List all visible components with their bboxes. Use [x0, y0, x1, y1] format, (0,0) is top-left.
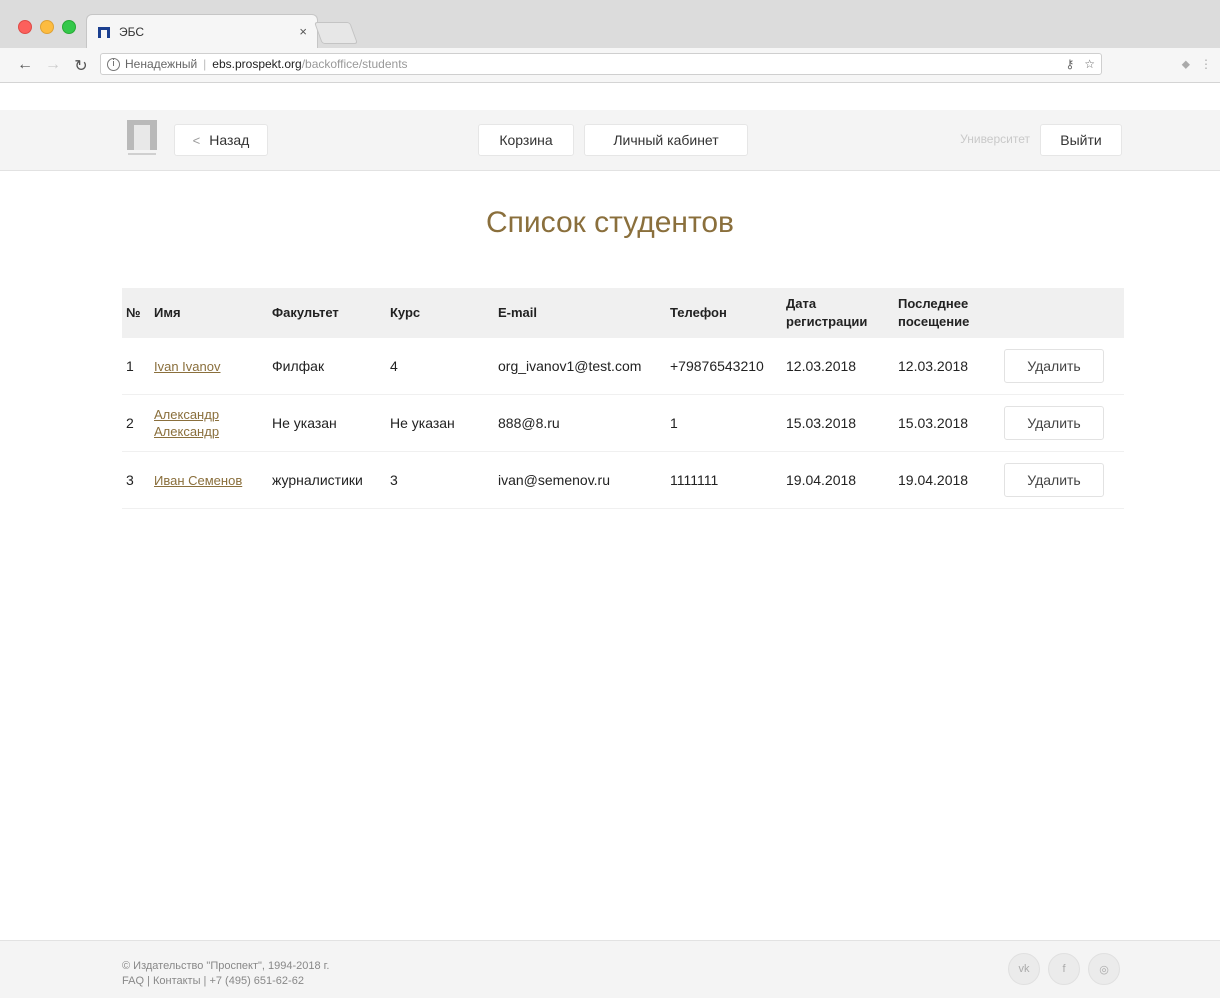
cell-faculty: Не указан	[268, 394, 386, 452]
site-footer: © Издательство "Проспект", 1994-2018 г. …	[0, 940, 1220, 998]
vk-icon[interactable]: vk	[1008, 953, 1040, 985]
cell-email: ivan@semenov.ru	[494, 451, 666, 509]
tab-strip: ЭБС ×	[0, 0, 1220, 49]
browser-window: ЭБС × ← → ↻ i Ненадежный | ebs.prospekt.…	[0, 0, 1220, 998]
table-row: 3 Иван Семенов журналистики 3 ivan@semen…	[122, 451, 1124, 509]
back-arrow-icon[interactable]: ←	[16, 56, 34, 74]
cell-name: Александр Александр	[150, 394, 268, 452]
site-favicon-icon	[98, 26, 110, 38]
address-bar-icons: ⚷ ☆	[1065, 57, 1095, 71]
cell-num: 1	[122, 338, 150, 395]
cell-actions: Удалить	[1000, 338, 1124, 395]
reg-date-header-line2: регистрации	[786, 314, 868, 329]
menu-icon[interactable]: ⋮	[1200, 57, 1212, 72]
col-header-actions	[1000, 288, 1124, 338]
university-label: Университет	[960, 132, 1030, 146]
logout-button[interactable]: Выйти	[1040, 124, 1122, 156]
tab-close-icon[interactable]: ×	[299, 24, 307, 39]
maximize-window-icon[interactable]	[62, 20, 76, 34]
cell-phone: 1	[666, 394, 782, 452]
back-button[interactable]: < Назад	[174, 124, 268, 156]
site-header: < Назад Корзина Личный кабинет Университ…	[0, 110, 1220, 171]
cell-num: 2	[122, 394, 150, 452]
col-header-email: E-mail	[494, 288, 666, 338]
prospekt-logo-icon[interactable]	[126, 118, 158, 158]
browser-tab[interactable]: ЭБС ×	[86, 14, 318, 48]
chevron-left-icon: <	[192, 132, 201, 148]
tab-title: ЭБС	[119, 24, 145, 39]
cell-last-visit: 12.03.2018	[894, 338, 1000, 395]
cell-phone: 1111111	[666, 451, 782, 509]
cell-phone: +79876543210	[666, 338, 782, 395]
student-name-link[interactable]: Ivan Ivanov	[154, 359, 221, 374]
new-tab-button[interactable]	[313, 22, 359, 44]
cell-last-visit: 15.03.2018	[894, 394, 1000, 452]
cell-faculty: журналистики	[268, 451, 386, 509]
extension-icon[interactable]: ⬥	[1182, 57, 1190, 72]
close-window-icon[interactable]	[18, 20, 32, 34]
cell-actions: Удалить	[1000, 451, 1124, 509]
col-header-last-visit: Последнее посещение	[894, 288, 1000, 338]
insecure-label: Ненадежный	[125, 57, 198, 71]
students-table: № Имя Факультет Курс E-mail Телефон Дата…	[122, 288, 1124, 509]
student-name-line2: Александр	[154, 424, 220, 439]
facebook-icon[interactable]: f	[1048, 953, 1080, 985]
key-icon[interactable]: ⚷	[1065, 57, 1074, 71]
reload-icon[interactable]: ↻	[72, 56, 90, 76]
reg-date-header-line1: Дата	[786, 296, 817, 311]
col-header-course: Курс	[386, 288, 494, 338]
footer-text: © Издательство "Проспект", 1994-2018 г. …	[122, 959, 329, 989]
cell-actions: Удалить	[1000, 394, 1124, 452]
col-header-faculty: Факультет	[268, 288, 386, 338]
delete-button[interactable]: Удалить	[1004, 463, 1104, 497]
minimize-window-icon[interactable]	[40, 20, 54, 34]
url-path: /backoffice/students	[301, 57, 408, 71]
col-header-phone: Телефон	[666, 288, 782, 338]
col-header-name: Имя	[150, 288, 268, 338]
student-name-line1: Александр	[154, 407, 220, 422]
student-name-link[interactable]: Иван Семенов	[154, 473, 242, 488]
cell-reg-date: 12.03.2018	[782, 338, 894, 395]
last-visit-header-line2: посещение	[898, 314, 970, 329]
back-label: Назад	[209, 132, 250, 148]
bookmark-star-icon[interactable]: ☆	[1084, 57, 1095, 71]
cell-course: 3	[386, 451, 494, 509]
address-bar[interactable]: i Ненадежный | ebs.prospekt.org /backoff…	[100, 53, 1102, 75]
last-visit-header-line1: Последнее	[898, 296, 969, 311]
cell-num: 3	[122, 451, 150, 509]
cell-reg-date: 19.04.2018	[782, 451, 894, 509]
info-icon[interactable]: i	[107, 57, 120, 71]
delete-button[interactable]: Удалить	[1004, 349, 1104, 383]
cart-button[interactable]: Корзина	[478, 124, 574, 156]
table-row: 1 Ivan Ivanov Филфак 4 org_ivanov1@test.…	[122, 338, 1124, 395]
forward-arrow-icon[interactable]: →	[44, 56, 62, 74]
table-row: 2 Александр Александр Не указан Не указан…	[122, 394, 1124, 452]
cell-name: Ivan Ivanov	[150, 338, 268, 395]
col-header-reg-date: Дата регистрации	[782, 288, 894, 338]
url-host: ebs.prospekt.org	[212, 57, 302, 71]
copyright-text: © Издательство "Проспект", 1994-2018 г.	[122, 960, 330, 972]
cell-reg-date: 15.03.2018	[782, 394, 894, 452]
cell-last-visit: 19.04.2018	[894, 451, 1000, 509]
personal-cabinet-button[interactable]: Личный кабинет	[584, 124, 748, 156]
cell-faculty: Филфак	[268, 338, 386, 395]
cell-email: org_ivanov1@test.com	[494, 338, 666, 395]
social-links: vk f ◎	[1008, 953, 1120, 985]
browser-toolbar: ← → ↻ i Ненадежный | ebs.prospekt.org /b…	[0, 48, 1220, 83]
cell-email: 888@8.ru	[494, 394, 666, 452]
window-controls	[18, 20, 76, 34]
cell-course: Не указан	[386, 394, 494, 452]
page-title: Список студентов	[485, 206, 734, 239]
footer-links[interactable]: FAQ | Контакты | +7 (495) 651-62-62	[122, 975, 304, 987]
delete-button[interactable]: Удалить	[1004, 406, 1104, 440]
student-name-link[interactable]: Александр Александр	[154, 407, 219, 439]
col-header-num: №	[122, 288, 150, 338]
url-separator: |	[203, 57, 207, 71]
instagram-icon[interactable]: ◎	[1088, 953, 1120, 985]
extension-icons: ⬥ ⋮	[1182, 57, 1212, 72]
table-header-row: № Имя Факультет Курс E-mail Телефон Дата…	[122, 288, 1124, 338]
cell-course: 4	[386, 338, 494, 395]
cell-name: Иван Семенов	[150, 451, 268, 509]
